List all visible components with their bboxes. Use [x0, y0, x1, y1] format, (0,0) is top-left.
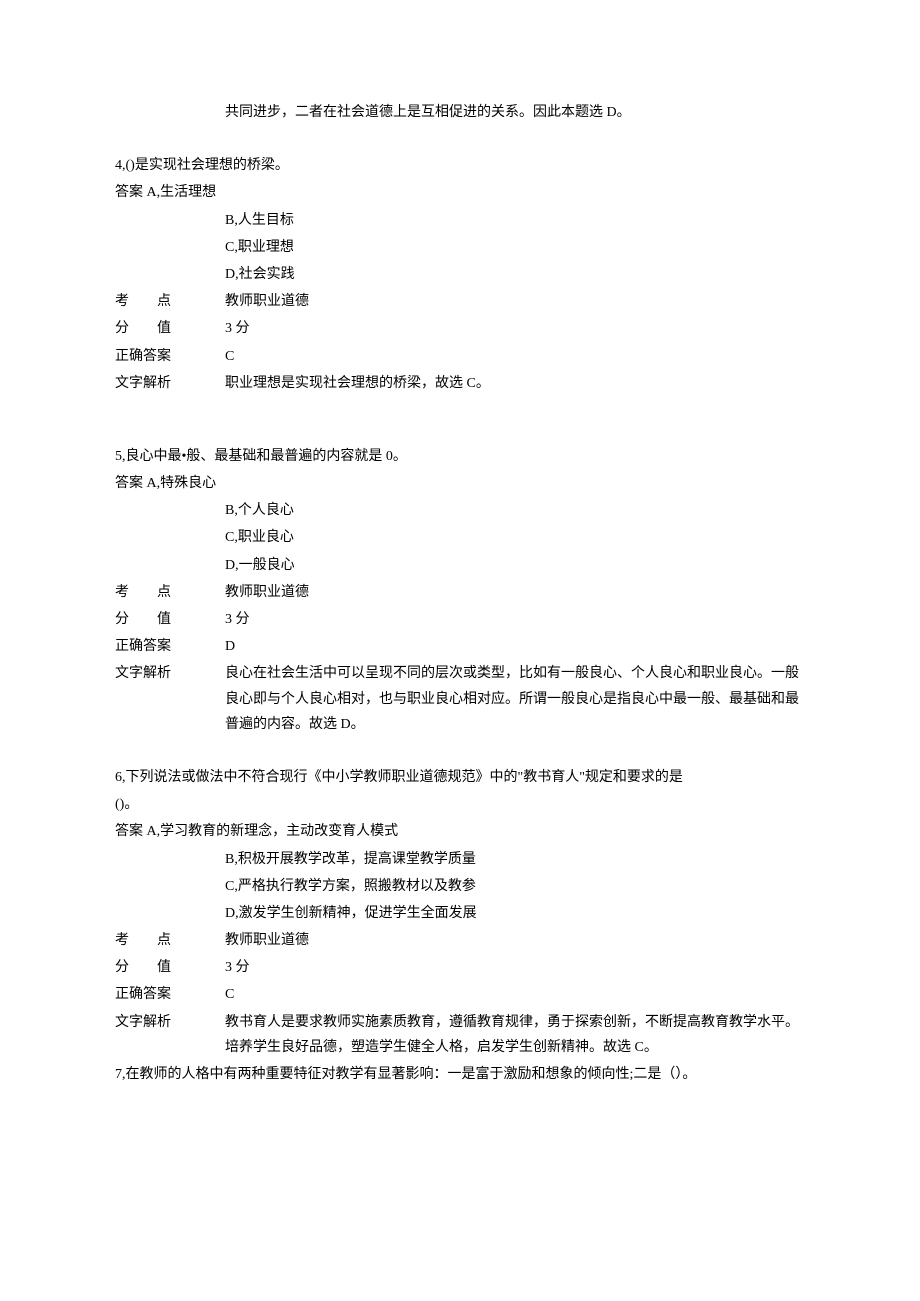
document-page: 共同进步，二者在社会道德上是互相促进的关系。因此本题选 D。 4,()是实现社会…	[0, 0, 920, 1301]
kaodian-label: 考点	[115, 289, 225, 314]
question-6-answer-row: 正确答案 C	[115, 982, 805, 1007]
fenzhi-label: 分值	[115, 607, 225, 632]
question-4-explain-row: 文字解析 职业理想是实现社会理想的桥梁，故选 C。	[115, 371, 805, 396]
explain-label: 文字解析	[115, 1010, 225, 1060]
question-4: 4,()是实现社会理想的桥梁。 答案 A,生活理想 B,人生目标 C,职业理想 …	[115, 153, 805, 396]
answer-label: 正确答案	[115, 344, 225, 369]
question-5-option-b: B,个人良心	[115, 498, 805, 523]
question-7: 7,在教师的人格中有两种重要特征对教学有显著影响：一是富于激励和想象的倾向性;二…	[115, 1062, 805, 1087]
answer-label: 正确答案	[115, 634, 225, 659]
question-4-fenzhi-row: 分值 3 分	[115, 316, 805, 341]
explain-label: 文字解析	[115, 371, 225, 396]
question-6-option-b: B,积极开展教学改革，提高课堂教学质量	[115, 847, 805, 872]
question-4-explain: 职业理想是实现社会理想的桥梁，故选 C。	[225, 371, 805, 396]
question-5-fenzhi-row: 分值 3 分	[115, 607, 805, 632]
question-6-explain-row: 文字解析 教书育人是要求教师实施素质教育，遵循教育规律，勇于探索创新，不断提高教…	[115, 1010, 805, 1060]
spacer	[115, 424, 805, 444]
question-4-option-d: D,社会实践	[115, 262, 805, 287]
question-4-option-c: C,职业理想	[115, 235, 805, 260]
question-5-option-a: 答案 A,特殊良心	[115, 471, 805, 496]
question-5-explain-row: 文字解析 良心在社会生活中可以呈现不同的层次或类型，比如有一般良心、个人良心和职…	[115, 661, 805, 737]
question-5-kaodian: 教师职业道德	[225, 580, 805, 605]
question-6-stem-line2: ()。	[115, 792, 805, 817]
kaodian-label: 考点	[115, 928, 225, 953]
question-4-option-a: 答案 A,生活理想	[115, 180, 805, 205]
question-4-stem: 4,()是实现社会理想的桥梁。	[115, 153, 805, 178]
question-6-answer: C	[225, 982, 805, 1007]
question-5-fenzhi: 3 分	[225, 607, 805, 632]
question-6-option-d: D,激发学生创新精神，促进学生全面发展	[115, 901, 805, 926]
question-4-kaodian-row: 考点 教师职业道德	[115, 289, 805, 314]
explain-label: 文字解析	[115, 661, 225, 737]
question-5: 5,良心中最•般、最基础和最普遍的内容就是 0。 答案 A,特殊良心 B,个人良…	[115, 444, 805, 737]
fenzhi-label: 分值	[115, 316, 225, 341]
fenzhi-label: 分值	[115, 955, 225, 980]
question-6-fenzhi-row: 分值 3 分	[115, 955, 805, 980]
question-4-fenzhi: 3 分	[225, 316, 805, 341]
question-6-fenzhi: 3 分	[225, 955, 805, 980]
question-4-option-b: B,人生目标	[115, 208, 805, 233]
kaodian-label: 考点	[115, 580, 225, 605]
question-6-kaodian: 教师职业道德	[225, 928, 805, 953]
question-6-option-c: C,严格执行教学方案，照搬教材以及教参	[115, 874, 805, 899]
question-6-option-a: 答案 A,学习教育的新理念，主动改变育人模式	[115, 819, 805, 844]
prev-explanation-continuation: 共同进步，二者在社会道德上是互相促进的关系。因此本题选 D。	[115, 100, 805, 125]
question-5-stem: 5,良心中最•般、最基础和最普遍的内容就是 0。	[115, 444, 805, 469]
question-5-kaodian-row: 考点 教师职业道德	[115, 580, 805, 605]
question-5-option-d: D,一般良心	[115, 553, 805, 578]
question-5-answer: D	[225, 634, 805, 659]
question-4-kaodian: 教师职业道德	[225, 289, 805, 314]
question-5-explain: 良心在社会生活中可以呈现不同的层次或类型，比如有一般良心、个人良心和职业良心。一…	[225, 661, 805, 737]
question-6-kaodian-row: 考点 教师职业道德	[115, 928, 805, 953]
question-6-stem-line1: 6,下列说法或做法中不符合现行《中小学教师职业道德规范》中的"教书育人"规定和要…	[115, 765, 805, 790]
answer-label: 正确答案	[115, 982, 225, 1007]
question-6-explain: 教书育人是要求教师实施素质教育，遵循教育规律，勇于探索创新，不断提高教育教学水平…	[225, 1010, 805, 1060]
question-5-option-c: C,职业良心	[115, 525, 805, 550]
question-5-answer-row: 正确答案 D	[115, 634, 805, 659]
question-4-answer-row: 正确答案 C	[115, 344, 805, 369]
question-6: 6,下列说法或做法中不符合现行《中小学教师职业道德规范》中的"教书育人"规定和要…	[115, 765, 805, 1060]
question-4-answer: C	[225, 344, 805, 369]
question-7-stem: 7,在教师的人格中有两种重要特征对教学有显著影响：一是富于激励和想象的倾向性;二…	[115, 1062, 805, 1087]
